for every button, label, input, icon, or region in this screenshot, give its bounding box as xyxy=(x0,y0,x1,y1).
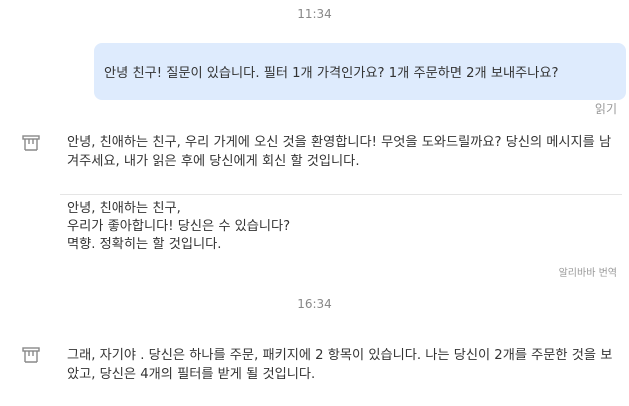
translation-line: 우리가 좋아합니다! 당신은 수 있습니다? xyxy=(67,219,291,234)
translation-line: 안녕, 친애하는 친구, xyxy=(67,201,181,216)
incoming-message: 그래, 자기야 . 당신은 하나를 주문, 패키지에 2 항목이 있습니다. 나… xyxy=(67,348,613,382)
outgoing-message-bubble[interactable]: 안녕 친구! 질문이 있습니다. 필터 1개 가격인가요? 1개 주문하면 2개… xyxy=(94,43,626,100)
outgoing-message-text: 안녕 친구! 질문이 있습니다. 필터 1개 가격인가요? 1개 주문하면 2개… xyxy=(104,66,559,81)
translation-source-label[interactable]: 알리바바 번역 xyxy=(559,264,617,279)
translation-block: 안녕, 친애하는 친구, 우리가 좋아합니다! 당신은 수 있습니다? 멱향. … xyxy=(67,200,615,254)
translation-divider xyxy=(60,194,622,195)
incoming-message: 안녕, 친애하는 친구, 우리 가게에 오신 것을 환영합니다! 무엇을 도와드… xyxy=(67,135,612,169)
timestamp: 16:34 xyxy=(297,297,332,311)
timestamp: 11:34 xyxy=(297,7,332,21)
store-icon xyxy=(22,347,40,363)
read-status: 읽기 xyxy=(594,102,617,116)
store-icon xyxy=(22,135,40,151)
translation-line: 멱향. 정확히는 할 것입니다. xyxy=(67,237,222,252)
